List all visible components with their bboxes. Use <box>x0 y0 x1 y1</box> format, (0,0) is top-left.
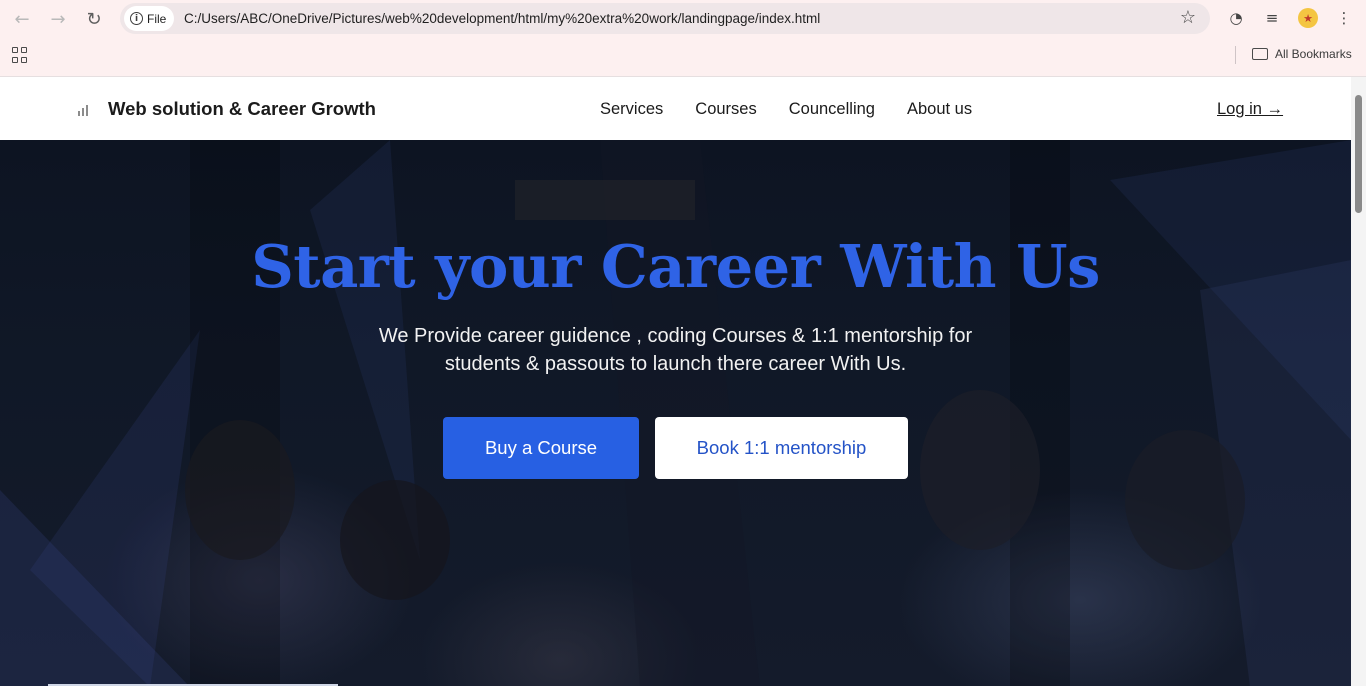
nav-about-us[interactable]: About us <box>907 100 972 119</box>
browser-toolbar: ← → ↻ i File C:/Users/ABC/OneDrive/Pictu… <box>0 0 1366 37</box>
site-header: Web solution & Career Growth Services Co… <box>0 77 1351 140</box>
media-queue-icon[interactable]: ≡ <box>1262 8 1282 28</box>
bookmarks-divider <box>1235 46 1236 64</box>
login-link[interactable]: Log in → <box>1217 100 1283 119</box>
buy-course-button[interactable]: Buy a Course <box>443 417 639 479</box>
url-text[interactable]: C:/Users/ABC/OneDrive/Pictures/web%20dev… <box>184 11 820 26</box>
address-bar[interactable]: i File C:/Users/ABC/OneDrive/Pictures/we… <box>120 3 1210 34</box>
browser-chrome: ← → ↻ i File C:/Users/ABC/OneDrive/Pictu… <box>0 0 1366 76</box>
scrollbar-thumb[interactable] <box>1355 95 1362 213</box>
bookmarks-bar: All Bookmarks <box>0 37 1366 75</box>
main-nav: Services Courses Councelling About us <box>600 100 972 119</box>
back-arrow-icon[interactable]: ← <box>9 6 35 32</box>
star-icon[interactable]: ☆ <box>1180 7 1196 28</box>
brand-name[interactable]: Web solution & Career Growth <box>108 98 376 120</box>
page-viewport: Web solution & Career Growth Services Co… <box>0 76 1366 686</box>
hero-subtitle: We Provide career guidence , coding Cour… <box>378 325 973 375</box>
hero-background-image <box>0 140 1351 686</box>
extension-avatar-icon[interactable]: ★ <box>1298 8 1318 28</box>
nav-councelling[interactable]: Councelling <box>789 100 875 119</box>
kebab-menu-icon[interactable]: ⋮ <box>1334 8 1354 28</box>
performance-icon[interactable]: ◔ <box>1226 8 1246 28</box>
book-mentorship-button[interactable]: Book 1:1 mentorship <box>655 417 908 479</box>
nav-courses[interactable]: Courses <box>695 100 756 119</box>
reload-icon[interactable]: ↻ <box>81 6 107 32</box>
all-bookmarks-label: All Bookmarks <box>1275 47 1352 61</box>
site-info-chip[interactable]: i File <box>124 6 174 31</box>
nav-services[interactable]: Services <box>600 100 663 119</box>
apps-grid-icon[interactable] <box>12 47 28 63</box>
forward-arrow-icon[interactable]: → <box>45 6 71 32</box>
chart-logo-icon[interactable] <box>77 102 91 116</box>
hero-section: Start your Career With Us We Provide car… <box>0 140 1351 686</box>
all-bookmarks-button[interactable]: All Bookmarks <box>1252 47 1352 61</box>
site-chip-label: File <box>147 11 167 26</box>
info-icon: i <box>130 12 143 25</box>
vertical-scrollbar[interactable] <box>1351 77 1366 686</box>
hero-title: Start your Career With Us <box>251 232 1100 301</box>
folder-icon <box>1252 48 1268 60</box>
